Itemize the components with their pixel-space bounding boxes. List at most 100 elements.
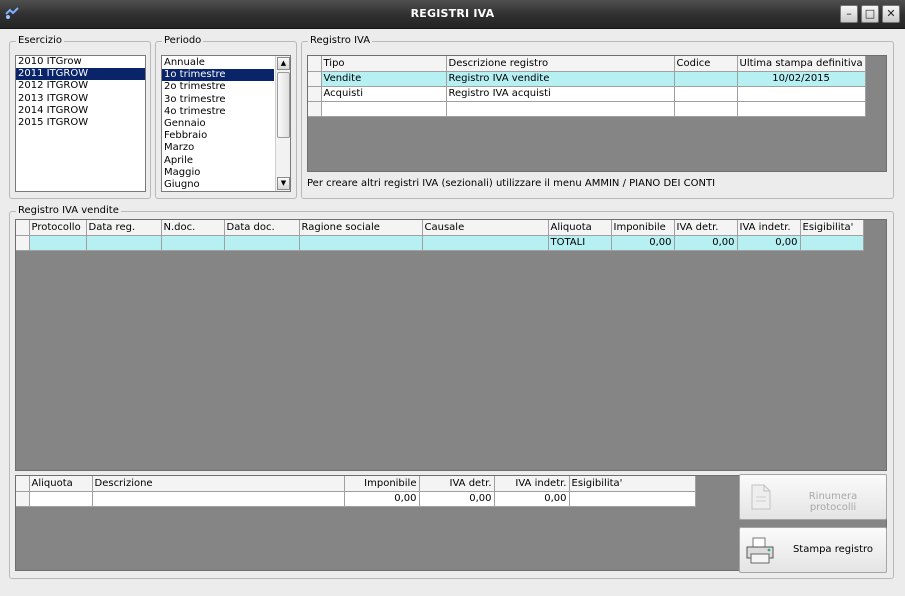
stampa-registro-button[interactable]: Stampa registro (739, 527, 887, 573)
row-indicator[interactable] (308, 86, 322, 102)
total-cell: 0,00 (419, 491, 495, 507)
list-item[interactable]: Maggio (162, 167, 274, 179)
vendite-table[interactable]: Protocollo Data reg. N.doc. Data doc. Ragion… (16, 220, 864, 251)
totals-row[interactable]: 0,00 0,00 0,00 (16, 491, 696, 507)
table-row[interactable] (308, 101, 866, 117)
column-header[interactable]: Descrizione registro (446, 56, 675, 72)
table-cell (737, 101, 866, 117)
table-cell: Vendite (321, 71, 447, 87)
title-bar[interactable]: REGISTRI IVA – □ ✕ (0, 0, 905, 29)
column-header[interactable]: Causale (422, 220, 549, 236)
column-header[interactable]: Ultima stampa definitiva (737, 56, 866, 72)
column-header[interactable]: Data reg. (86, 220, 162, 236)
list-item[interactable]: 2013 ITGROW (16, 93, 145, 105)
column-header[interactable]: Esigibilita' (569, 476, 696, 492)
row-indicator[interactable] (16, 235, 30, 251)
registro-grid[interactable]: Tipo Descrizione registro Codice Ultima sta… (307, 55, 887, 172)
table-row[interactable]: Vendite Registro IVA vendite 10/02/2015 (308, 71, 866, 87)
printer-icon (746, 537, 774, 564)
table-cell (674, 86, 738, 102)
column-header[interactable]: Ragione sociale (299, 220, 423, 236)
column-header[interactable]: IVA indetr. (494, 476, 570, 492)
rinumera-label: Rinumera protocolli (808, 491, 858, 513)
total-cell (29, 491, 93, 507)
list-item[interactable]: 1o trimestre (162, 69, 274, 82)
column-header[interactable]: IVA detr. (419, 476, 495, 492)
row-indicator[interactable] (16, 476, 30, 492)
list-item[interactable]: Annuale (162, 57, 274, 69)
close-button[interactable]: ✕ (882, 5, 900, 23)
vendite-title: Registro IVA vendite (16, 205, 121, 216)
table-cell: Registro IVA acquisti (446, 86, 675, 102)
minimize-icon: – (846, 7, 852, 20)
row-indicator[interactable] (308, 56, 322, 72)
total-cell (224, 235, 300, 251)
list-item[interactable]: Marzo (162, 142, 274, 154)
total-cell (92, 491, 345, 507)
row-indicator[interactable] (308, 101, 322, 117)
table-cell: Acquisti (321, 86, 447, 102)
column-header[interactable]: Imponibile (611, 220, 675, 236)
table-cell (674, 71, 738, 87)
registro-table[interactable]: Tipo Descrizione registro Codice Ultima sta… (308, 56, 866, 117)
total-cell: 0,00 (674, 235, 738, 251)
esercizio-list[interactable]: 2010 ITGrow 2011 ITGROW 2012 ITGROW 2013 IT… (15, 55, 146, 192)
list-item[interactable]: 2010 ITGrow (16, 56, 145, 68)
rinumera-protocolli-button[interactable]: Rinumera protocolli (739, 474, 887, 520)
total-cell (86, 235, 162, 251)
column-header[interactable]: Tipo (321, 56, 447, 72)
maximize-button[interactable]: □ (861, 5, 879, 23)
list-item[interactable]: 3o trimestre (162, 94, 274, 106)
list-item[interactable]: 2015 ITGROW (16, 117, 145, 129)
column-header[interactable]: Data doc. (224, 220, 300, 236)
list-item[interactable]: Febbraio (162, 130, 274, 142)
total-cell (569, 491, 696, 507)
esercizio-title: Esercizio (16, 35, 64, 46)
vendite-grid[interactable]: Protocollo Data reg. N.doc. Data doc. Ragion… (15, 219, 887, 471)
header-row[interactable]: Aliquota Descrizione Imponibile IVA detr. IV… (16, 476, 696, 492)
column-header[interactable]: Aliquota (29, 476, 93, 492)
list-item[interactable]: Aprile (162, 155, 274, 167)
table-cell: Registro IVA vendite (446, 71, 675, 87)
total-cell: 0,00 (344, 491, 420, 507)
totals-row[interactable]: TOTALI 0,00 0,00 0,00 (16, 235, 864, 251)
row-indicator[interactable] (308, 71, 322, 87)
column-header[interactable]: Descrizione (92, 476, 345, 492)
maximize-icon: □ (864, 7, 876, 20)
header-row[interactable]: Protocollo Data reg. N.doc. Data doc. Ragion… (16, 220, 864, 236)
column-header[interactable]: IVA detr. (674, 220, 738, 236)
scroll-up-icon[interactable]: ▲ (277, 57, 290, 70)
registro-title: Registro IVA (308, 35, 373, 46)
total-cell: 0,00 (737, 235, 801, 251)
column-header[interactable]: Imponibile (344, 476, 420, 492)
periodo-list[interactable]: Annuale 1o trimestre 2o trimestre 3o trimes… (161, 55, 291, 192)
scroll-thumb[interactable] (277, 72, 290, 138)
header-row[interactable]: Tipo Descrizione registro Codice Ultima sta… (308, 56, 866, 72)
minimize-button[interactable]: – (840, 5, 858, 23)
list-item[interactable]: 2o trimestre (162, 81, 274, 93)
table-cell (737, 86, 866, 102)
periodo-scrollbar[interactable]: ▲ ▼ (275, 56, 290, 191)
scroll-down-icon[interactable]: ▼ (277, 177, 290, 190)
list-item[interactable]: 2014 ITGROW (16, 105, 145, 117)
list-item[interactable]: 4o trimestre (162, 106, 274, 118)
table-cell (674, 101, 738, 117)
riepilogo-table[interactable]: Aliquota Descrizione Imponibile IVA detr. IV… (16, 476, 696, 507)
column-header[interactable]: Esigibilita' (800, 220, 864, 236)
list-item[interactable]: 2011 ITGROW (16, 68, 145, 81)
column-header[interactable]: N.doc. (161, 220, 225, 236)
list-item[interactable]: Gennaio (162, 118, 274, 130)
table-cell (446, 101, 675, 117)
column-header[interactable]: IVA indetr. (737, 220, 801, 236)
table-row[interactable]: Acquisti Registro IVA acquisti (308, 86, 866, 102)
table-cell (321, 101, 447, 117)
column-header[interactable]: Codice (674, 56, 738, 72)
list-item[interactable]: Giugno (162, 179, 274, 191)
stampa-label: Stampa registro (792, 544, 874, 555)
row-indicator[interactable] (16, 220, 30, 236)
row-indicator[interactable] (16, 491, 30, 507)
table-cell: 10/02/2015 (737, 71, 866, 87)
column-header[interactable]: Aliquota (548, 220, 612, 236)
column-header[interactable]: Protocollo (29, 220, 87, 236)
list-item[interactable]: 2012 ITGROW (16, 80, 145, 92)
